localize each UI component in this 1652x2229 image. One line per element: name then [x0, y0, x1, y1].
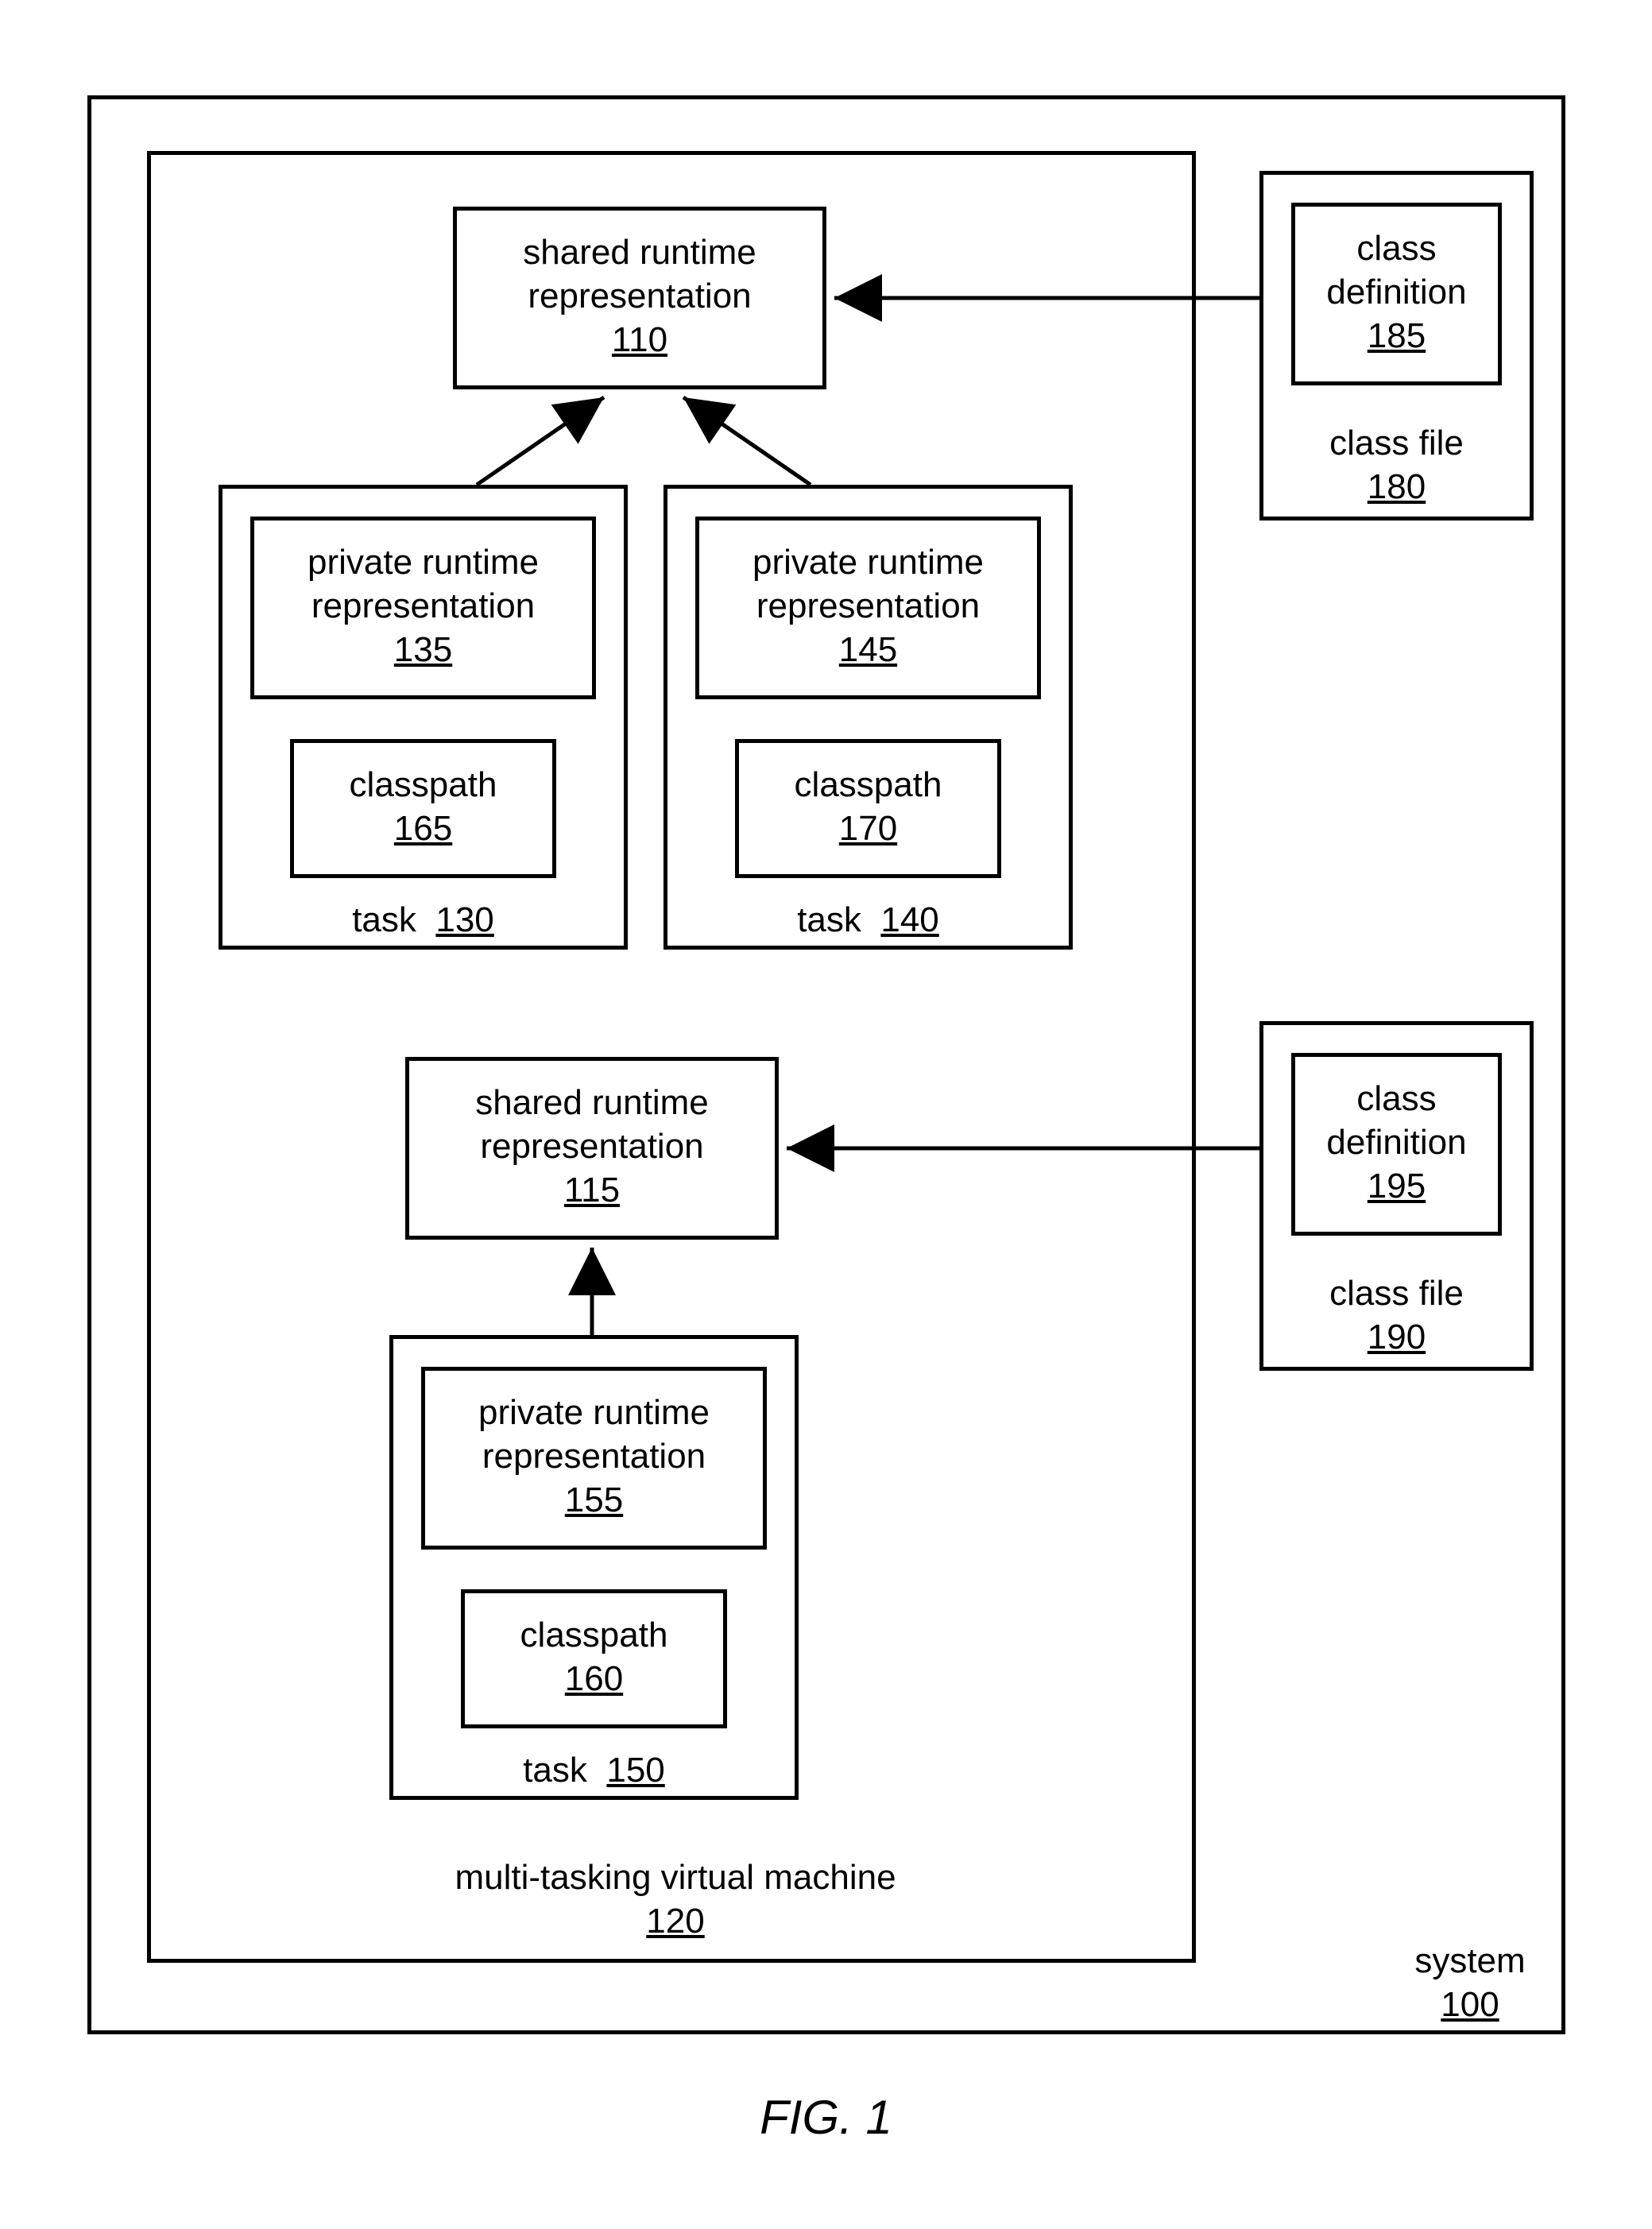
- task1-label: task 130: [219, 898, 628, 942]
- shared-runtime-1-label: shared runtime representation 110: [453, 230, 826, 362]
- task3-label: task 150: [389, 1748, 799, 1792]
- figure-caption: FIG. 1: [0, 2090, 1652, 2145]
- cf2-id: 190: [1368, 1318, 1426, 1356]
- cp2-id: 170: [839, 809, 897, 848]
- cp3-id: 160: [565, 1659, 623, 1698]
- cp3-text: classpath: [520, 1616, 668, 1654]
- cp1-id: 165: [394, 809, 452, 848]
- sr2-id: 115: [564, 1171, 620, 1209]
- sr1-l2: representation: [528, 277, 751, 315]
- task3-id: 150: [606, 1751, 664, 1790]
- sr1-l1: shared runtime: [523, 233, 756, 272]
- p3-l2: representation: [482, 1437, 706, 1476]
- p3-id: 155: [565, 1480, 623, 1519]
- p3-l1: private runtime: [478, 1393, 710, 1432]
- system-id: 100: [1441, 1985, 1499, 2024]
- classdef1-label: class definition 185: [1291, 226, 1502, 358]
- system-label: system 100: [1399, 1939, 1542, 2026]
- task2-id: 140: [880, 900, 938, 939]
- task2-text: task: [797, 900, 861, 939]
- task1-id: 130: [435, 900, 493, 939]
- cp2-label: classpath 170: [735, 763, 1001, 850]
- cp2-text: classpath: [795, 765, 942, 804]
- priv1-label: private runtime representation 135: [250, 540, 596, 671]
- classfile1-label: class file 180: [1259, 421, 1534, 509]
- vm-text: multi-tasking virtual machine: [455, 1858, 896, 1897]
- classfile2-label: class file 190: [1259, 1271, 1534, 1359]
- priv3-label: private runtime representation 155: [421, 1391, 767, 1522]
- cd1-l1: class: [1356, 229, 1436, 268]
- sr2-l1: shared runtime: [475, 1083, 708, 1122]
- p2-id: 145: [839, 630, 897, 669]
- cp1-text: classpath: [350, 765, 497, 804]
- p1-l1: private runtime: [308, 543, 539, 582]
- cf2-text: class file: [1329, 1274, 1464, 1313]
- cd2-l1: class: [1356, 1079, 1436, 1118]
- sr1-id: 110: [612, 320, 667, 359]
- shared-runtime-2-label: shared runtime representation 115: [405, 1081, 779, 1212]
- cd1-l2: definition: [1326, 273, 1466, 312]
- task2-label: task 140: [664, 898, 1073, 942]
- vm-label: multi-tasking virtual machine 120: [358, 1856, 993, 1943]
- system-text: system: [1414, 1941, 1525, 1980]
- cf1-id: 180: [1368, 467, 1426, 506]
- cf1-text: class file: [1329, 424, 1464, 462]
- cp1-label: classpath 165: [290, 763, 556, 850]
- cd2-id: 195: [1368, 1167, 1426, 1205]
- cd2-l2: definition: [1326, 1123, 1466, 1162]
- p1-l2: representation: [311, 586, 535, 625]
- classdef2-label: class definition 195: [1291, 1077, 1502, 1208]
- priv2-label: private runtime representation 145: [695, 540, 1041, 671]
- cp3-label: classpath 160: [461, 1613, 727, 1701]
- figure-caption-text: FIG. 1: [760, 2091, 892, 2144]
- cd1-id: 185: [1368, 316, 1426, 355]
- p2-l2: representation: [756, 586, 980, 625]
- sr2-l2: representation: [480, 1127, 703, 1166]
- vm-id: 120: [646, 1902, 704, 1941]
- task1-text: task: [352, 900, 416, 939]
- task3-text: task: [523, 1751, 587, 1790]
- p1-id: 135: [394, 630, 452, 669]
- p2-l1: private runtime: [752, 543, 984, 582]
